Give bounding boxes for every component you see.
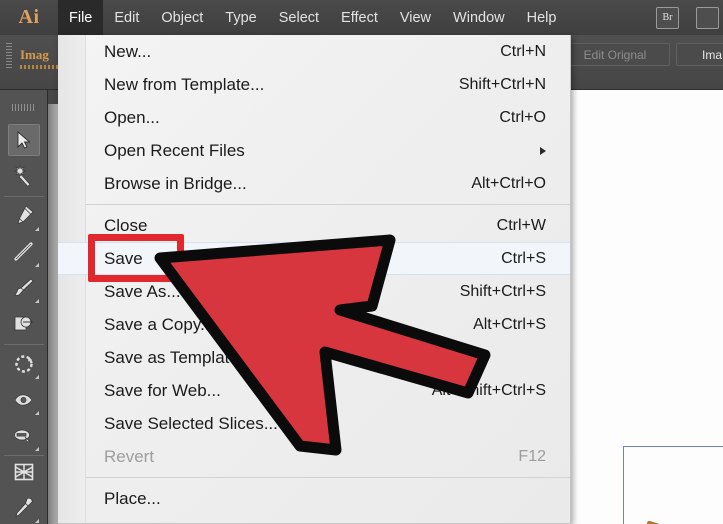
menu-item-shortcut: Alt+Ctrl+S [473,315,546,333]
menu-item-label: Place... [104,488,161,508]
tool-rotate-tool[interactable] [8,348,40,380]
menu-item-label: Close [104,215,148,235]
menu-item-open-recent-files[interactable]: Open Recent Files [58,134,570,167]
tools-panel-drag-dots [12,104,36,111]
menu-item-new[interactable]: New... Ctrl+N [58,35,570,68]
selection-bounding-box[interactable] [623,446,723,524]
menu-item-shortcut: Shift+Ctrl+N [458,75,546,93]
menu-item-shortcut: Ctrl+N [500,42,546,60]
menu-item-save-selected-slices[interactable]: Save Selected Slices... [58,407,570,440]
tool-shape-builder-tool[interactable] [8,308,40,340]
submenu-arrow-icon [540,146,546,155]
control-bar-grip[interactable] [6,43,12,69]
menubar-item-effect[interactable]: Effect [330,0,389,35]
menubar-item-view[interactable]: View [389,0,442,35]
menu-item-label: Open... [104,107,160,127]
menubar-item-window[interactable]: Window [442,0,516,35]
menu-item-save-as-template[interactable]: Save as Template... [58,341,570,374]
tool-group-indicator-icon [35,227,39,231]
menu-item-save-as[interactable]: Save As... Shift+Ctrl+S [58,275,570,308]
menu-item-new-from-template[interactable]: New from Template... Shift+Ctrl+N [58,68,570,101]
menubar-item-file[interactable]: File [58,0,104,35]
control-bar-label-underline [20,65,58,69]
tool-pen-tool[interactable] [8,200,40,232]
tool-group-indicator-icon [35,375,39,379]
menu-item-shortcut: Ctrl+W [496,216,546,234]
application-menu-bar[interactable]: Ai File Edit Object Type Select Effect View Win… [0,0,723,35]
tool-line-segment-tool[interactable] [8,236,40,268]
menu-item-label: Open Recent Files [104,140,245,160]
tool-group-indicator-icon [35,519,39,523]
menu-item-place[interactable]: Place... [58,482,570,515]
arrange-documents-icon[interactable] [696,6,719,29]
menu-item-list: File Edit Object Type Select Effect View Window… [58,0,567,35]
tool-group-indicator-icon [35,263,39,267]
menu-item-label: Save as Template... [104,347,253,367]
menu-item-label: New... [104,41,152,61]
tool-width-tool[interactable] [8,384,40,416]
menu-item-shortcut: F12 [518,447,546,465]
menu-item-label: Save [104,248,143,268]
menu-item-browse-in-bridge[interactable]: Browse in Bridge... Alt+Ctrl+O [58,167,570,200]
menu-item-label: Browse in Bridge... [104,173,247,193]
tools-divider [4,344,44,345]
menu-separator [58,204,570,205]
menu-item-label: Save for Web... [104,380,221,400]
menu-item-label: Revert [104,446,155,466]
menu-item-save-for-web[interactable]: Save for Web... Alt+Shift+Ctrl+S [58,374,570,407]
menu-bar-right-tools: Br [656,6,723,29]
menu-item-shortcut: Ctrl+S [501,249,546,267]
menu-item-label: New from Template... [104,74,265,94]
tool-group-indicator-icon [35,447,39,451]
menubar-item-help[interactable]: Help [516,0,568,35]
illustrator-logo-icon: Ai [18,6,40,28]
menu-item-shortcut: Alt+Ctrl+O [471,174,546,192]
menu-item-label: Save a Copy... [104,314,215,334]
menu-item-close[interactable]: Close Ctrl+W [58,209,570,242]
go-to-bridge-icon[interactable]: Br [656,6,679,29]
menu-item-shortcut: Shift+Ctrl+S [459,282,546,300]
menubar-item-select[interactable]: Select [268,0,330,35]
menu-item-label: Save Selected Slices... [104,413,278,433]
image-trace-button[interactable]: Ima [676,43,723,66]
menu-item-shortcut: Alt+Shift+Ctrl+S [431,381,546,399]
control-bar-object-type-label: Imag [20,47,49,62]
tools-divider [4,196,44,197]
menu-item-revert: Revert F12 [58,440,570,473]
menu-item-save[interactable]: Save Ctrl+S [58,242,570,275]
tool-selection-tool[interactable] [8,124,40,156]
edit-original-button[interactable]: Edit Orignal [560,43,670,66]
menubar-item-edit[interactable]: Edit [103,0,150,35]
tool-magic-wand-tool[interactable] [8,160,40,192]
tool-free-transform-tool[interactable] [8,420,40,452]
tool-group-indicator-icon [35,411,39,415]
tool-group-indicator-icon [35,299,39,303]
file-menu-rows: New... Ctrl+N New from Template... Shift+Ct… [58,35,570,515]
tool-paintbrush-tool[interactable] [8,272,40,304]
menu-item-save-a-copy[interactable]: Save a Copy... Alt+Ctrl+S [58,308,570,341]
tool-perspective-grid-tool[interactable] [8,456,40,488]
menu-item-open[interactable]: Open... Ctrl+O [58,101,570,134]
illustrator-window: ◄◄ Imag Edit Orignal Ima Ai FileEditObje… [0,0,723,524]
tool-eyedropper-tool[interactable] [8,492,40,524]
menu-item-label: Save As... [104,281,181,301]
menubar-item-object[interactable]: Object [150,0,214,35]
file-dropdown-menu[interactable]: New... Ctrl+N New from Template... Shift+Ct… [58,35,571,524]
menu-item-shortcut: Ctrl+O [499,108,546,126]
menubar-item-type[interactable]: Type [214,0,267,35]
menu-separator [58,477,570,478]
